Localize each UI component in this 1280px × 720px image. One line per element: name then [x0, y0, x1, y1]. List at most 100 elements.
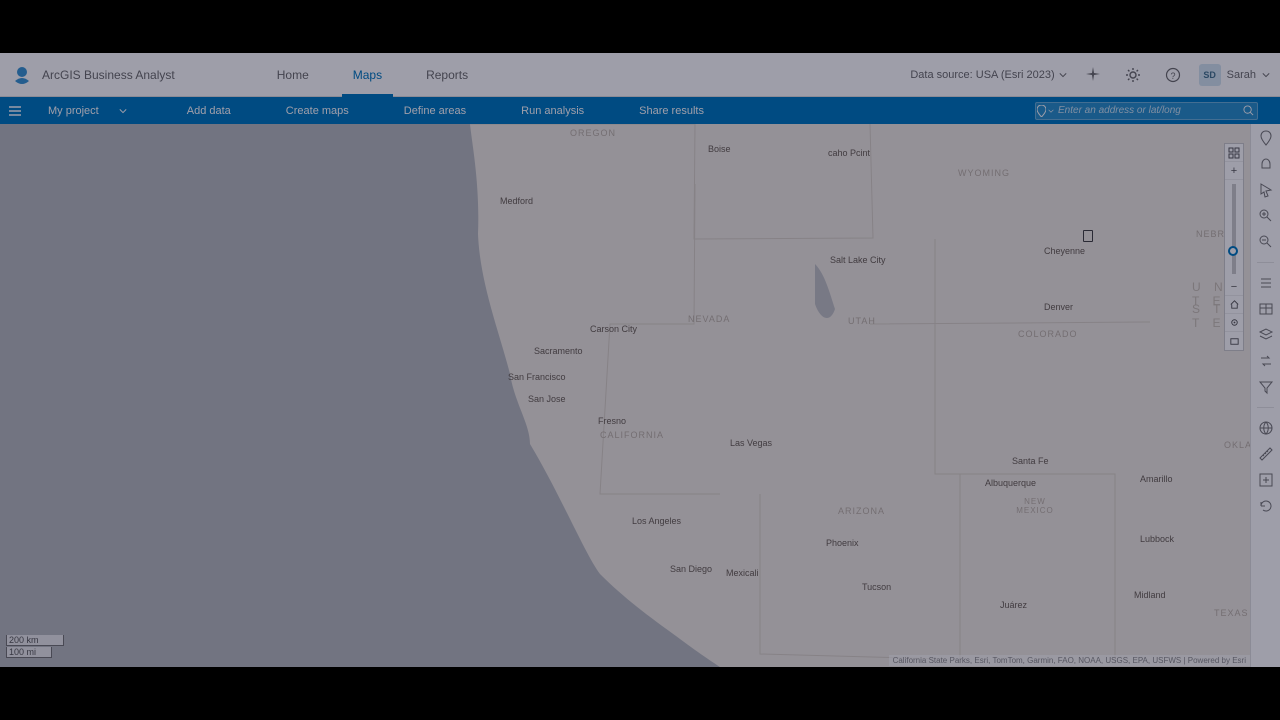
user-avatar: SD [1199, 64, 1221, 86]
map-city-albuquerque: Albuquerque [985, 478, 1036, 488]
map-city-boise: Boise [708, 144, 731, 154]
pan-tool-icon[interactable] [1258, 156, 1274, 172]
map-city-carson: Carson City [590, 324, 637, 334]
search-type-dropdown[interactable] [1036, 105, 1054, 117]
header-right: Data source: USA (Esri 2023) ? SD Sarah [910, 61, 1270, 89]
map-city-denver: Denver [1044, 302, 1073, 312]
search-button[interactable] [1239, 105, 1257, 116]
list-icon[interactable] [1258, 275, 1274, 291]
chevron-down-icon [119, 107, 127, 115]
map-city-midland: Midland [1134, 590, 1166, 600]
map-city-juarez: Juárez [1000, 600, 1027, 610]
map-city-tucson: Tucson [862, 582, 891, 592]
tool-links: Add data Create maps Define areas Run an… [187, 105, 704, 117]
map-city-la: Los Angeles [632, 516, 681, 526]
coastline-graphic [0, 124, 1250, 667]
scale-km: 200 km [6, 635, 64, 646]
toolbar: My project Add data Create maps Define a… [0, 97, 1280, 124]
map-city-saltlake: Salt Lake City [830, 255, 886, 265]
tool-create-maps[interactable]: Create maps [286, 105, 349, 117]
project-selector[interactable]: My project [48, 105, 127, 117]
map-state-newmexico: NEW MEXICO [1010, 497, 1060, 515]
map-state-wyoming: WYOMING [958, 168, 1010, 178]
zoom-in-button[interactable]: + [1225, 162, 1243, 180]
refresh-icon[interactable] [1258, 498, 1274, 514]
user-menu[interactable]: SD Sarah [1199, 64, 1270, 86]
zoom-out-button[interactable]: − [1225, 278, 1243, 296]
tool-add-data[interactable]: Add data [187, 105, 231, 117]
map-state-oregon: OREGON [570, 128, 616, 138]
add-icon[interactable] [1258, 472, 1274, 488]
map-state-nebr: NEBR [1196, 229, 1225, 239]
map-attribution: California State Parks, Esri, TomTom, Ga… [889, 655, 1250, 666]
user-name: Sarah [1227, 69, 1256, 81]
map-state-arizona: ARIZONA [838, 506, 885, 516]
map-state-california: CALIFORNIA [600, 430, 664, 440]
map-city-santafe: Santa Fe [1012, 456, 1049, 466]
locate-button[interactable] [1225, 314, 1243, 332]
scale-mi: 100 mi [6, 647, 52, 658]
map-city-phoenix: Phoenix [826, 538, 859, 548]
map-city-cheyenne: Cheyenne [1044, 246, 1085, 256]
tool-run-analysis[interactable]: Run analysis [521, 105, 584, 117]
map-city-lubbock: Lubbock [1140, 534, 1174, 544]
layers-icon[interactable] [1258, 327, 1274, 343]
map-canvas[interactable]: OREGON Medford Boise caho Pcint WYOMING … [0, 124, 1250, 667]
map-city-mexicali: Mexicali [726, 568, 759, 578]
home-extent-button[interactable] [1225, 296, 1243, 314]
overview-button[interactable] [1225, 332, 1243, 350]
svg-text:?: ? [1170, 71, 1175, 81]
chevron-down-icon [1262, 71, 1270, 79]
help-icon[interactable]: ? [1159, 61, 1187, 89]
data-source-label: Data source: USA (Esri 2023) [910, 69, 1054, 81]
map-city-sanjose: San Jose [528, 394, 566, 404]
app-title: ArcGIS Business Analyst [42, 68, 175, 82]
map-city-sanfran: San Francisco [508, 372, 558, 382]
map-state-utah: UTAH [848, 316, 876, 326]
basemap-button[interactable] [1225, 144, 1243, 162]
nav-maps[interactable]: Maps [331, 53, 404, 96]
map-city-cahopoint: caho Pcint [828, 148, 870, 158]
nav-reports[interactable]: Reports [404, 53, 490, 96]
map-state-colorado: COLORADO [1018, 329, 1078, 339]
table-icon[interactable] [1258, 301, 1274, 317]
measure-icon[interactable] [1258, 446, 1274, 462]
chevron-down-icon [1048, 108, 1054, 114]
app-logo-icon [10, 63, 34, 87]
ai-assist-icon[interactable] [1079, 61, 1107, 89]
search-input[interactable] [1054, 105, 1239, 116]
map-city-sandiego: San Diego [670, 564, 712, 574]
tool-define-areas[interactable]: Define areas [404, 105, 466, 117]
map-state-texas: TEXAS [1214, 608, 1249, 618]
pointer-tool-icon[interactable] [1258, 182, 1274, 198]
map-state-nevada: NEVADA [688, 314, 730, 324]
settings-icon[interactable] [1119, 61, 1147, 89]
filter-icon[interactable] [1258, 379, 1274, 395]
globe-icon[interactable] [1258, 420, 1274, 436]
pin-tool-icon[interactable] [1258, 130, 1274, 146]
zoom-out-tool-icon[interactable] [1258, 234, 1274, 250]
swap-icon[interactable] [1258, 353, 1274, 369]
map-city-vegas: Las Vegas [730, 438, 772, 448]
app-window: ArcGIS Business Analyst Home Maps Report… [0, 53, 1280, 667]
right-tool-strip [1250, 124, 1280, 667]
nav-home[interactable]: Home [255, 53, 331, 96]
map-state-oklah: OKLAH [1224, 440, 1250, 450]
search-icon [1243, 105, 1254, 116]
map-city-fresno: Fresno [598, 416, 626, 426]
main-nav: Home Maps Reports [255, 53, 490, 96]
map-city-sacramento: Sacramento [534, 346, 583, 356]
zoom-handle[interactable] [1228, 246, 1238, 256]
cursor-icon [1083, 230, 1093, 240]
search-box [1035, 102, 1258, 120]
tool-share-results[interactable]: Share results [639, 105, 704, 117]
menu-button[interactable] [0, 106, 30, 116]
map-city-medford: Medford [500, 196, 533, 206]
zoom-in-tool-icon[interactable] [1258, 208, 1274, 224]
map-city-amarillo: Amarillo [1140, 474, 1173, 484]
header-bar: ArcGIS Business Analyst Home Maps Report… [0, 53, 1280, 97]
zoom-slider[interactable] [1232, 184, 1236, 274]
data-source-selector[interactable]: Data source: USA (Esri 2023) [910, 69, 1066, 81]
scale-bar: 200 km 100 mi [6, 635, 64, 659]
chevron-down-icon [1059, 71, 1067, 79]
